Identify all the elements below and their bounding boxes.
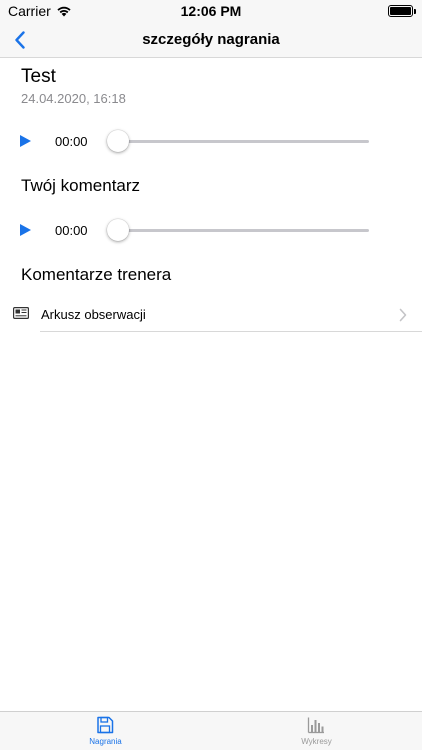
page-title: szczegóły nagrania xyxy=(142,31,280,48)
tab-charts[interactable]: Wykresy xyxy=(211,712,422,750)
comment-player-time: 00:00 xyxy=(55,223,88,238)
status-time: 12:06 PM xyxy=(180,3,242,19)
floppy-disk-icon xyxy=(97,716,114,734)
recording-player: 00:00 xyxy=(0,127,422,155)
tab-label: Nagrania xyxy=(89,737,122,746)
comment-play-button[interactable] xyxy=(18,223,32,237)
slider-thumb[interactable] xyxy=(107,219,129,241)
trainer-comments-heading: Komentarze trenera xyxy=(21,265,172,284)
status-bar: Carrier 12:06 PM xyxy=(0,0,422,22)
slider-thumb[interactable] xyxy=(107,130,129,152)
newspaper-icon xyxy=(13,307,29,319)
battery-icon xyxy=(388,5,416,17)
comment-playback-slider[interactable] xyxy=(107,218,369,242)
list-divider xyxy=(40,331,422,332)
tab-recordings[interactable]: Nagrania xyxy=(0,712,211,750)
list-item-label: Arkusz obserwacji xyxy=(41,307,146,322)
slider-track xyxy=(107,140,369,143)
recording-title: Test xyxy=(21,66,56,87)
bar-chart-icon xyxy=(307,717,324,734)
play-button[interactable] xyxy=(18,134,32,148)
recording-date: 24.04.2020, 16:18 xyxy=(21,91,126,106)
comment-player: 00:00 xyxy=(0,216,422,244)
navigation-bar: szczegóły nagrania xyxy=(0,22,422,58)
player-time: 00:00 xyxy=(55,134,88,149)
your-comment-heading: Twój komentarz xyxy=(21,176,141,195)
chevron-right-icon xyxy=(399,308,407,322)
tab-bar: Nagrania Wykresy xyxy=(0,711,422,750)
list-item-observation-sheet[interactable]: Arkusz obserwacji xyxy=(0,298,422,332)
playback-slider[interactable] xyxy=(107,129,369,153)
tab-label: Wykresy xyxy=(301,737,332,746)
slider-track xyxy=(107,229,369,232)
